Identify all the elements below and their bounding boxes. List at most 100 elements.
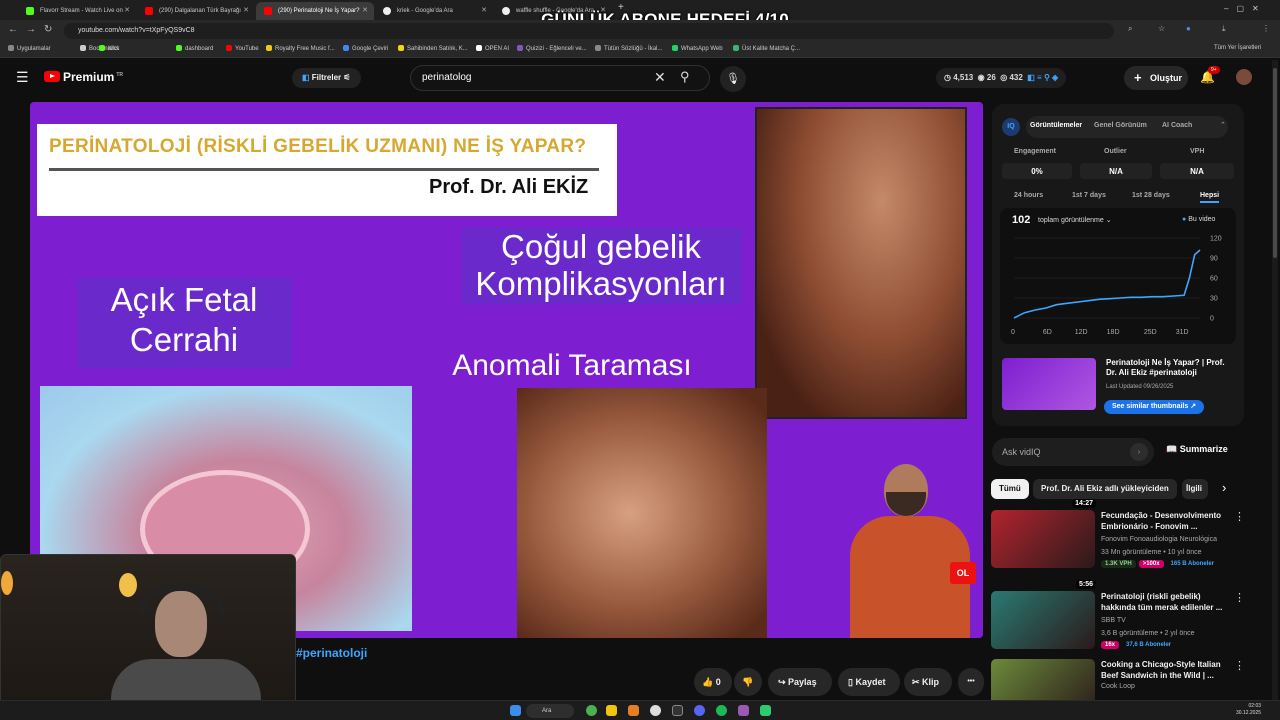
- range-7d[interactable]: 1st 7 days: [1072, 192, 1106, 199]
- chip-uploader[interactable]: Prof. Dr. Ali Ekiz adlı yükleyiciden: [1033, 479, 1177, 499]
- see-similar-thumbnails-button[interactable]: See similar thumbnails ↗: [1104, 400, 1205, 414]
- channel-name[interactable]: Cook Loop: [1101, 683, 1135, 690]
- more-options-icon[interactable]: ⋮: [1234, 659, 1245, 672]
- video-title[interactable]: Perinatoloji (riskli gebelik) hakkında t…: [1101, 591, 1227, 613]
- app-icon[interactable]: [628, 705, 639, 716]
- lamp-glow: [1, 571, 13, 595]
- clip-button[interactable]: ✂ Klip: [904, 668, 952, 696]
- chevron-right-icon[interactable]: ›: [1222, 480, 1226, 495]
- windows-start-icon[interactable]: [510, 705, 521, 716]
- video-title[interactable]: Cooking a Chicago-Style Italian Beef San…: [1101, 659, 1227, 681]
- menu-dots-icon[interactable]: ⋮: [1262, 24, 1270, 33]
- video-thumbnail[interactable]: [991, 510, 1095, 568]
- vidiq-tab-views[interactable]: Görüntülemeler: [1030, 122, 1082, 129]
- avatar[interactable]: [1236, 69, 1252, 85]
- star-icon[interactable]: ☆: [1158, 24, 1165, 33]
- clear-search-icon[interactable]: ✕: [654, 69, 666, 86]
- more-options-icon[interactable]: ⋮: [1234, 591, 1245, 604]
- video-meta: 3,6 B görüntüleme • 2 yıl önce: [1101, 630, 1195, 637]
- obs-icon[interactable]: [650, 705, 661, 716]
- y-tick-label: 120: [1210, 236, 1222, 243]
- bookmark-item[interactable]: Üst Kalite Matcha Ç...: [733, 45, 800, 52]
- current-video-thumbnail[interactable]: [1002, 358, 1096, 410]
- metric-label: VPH: [1190, 148, 1205, 155]
- save-button[interactable]: ▯ Kaydet: [838, 668, 900, 696]
- stat-badge: 37,6 B Aboneler: [1126, 642, 1172, 648]
- all-bookmarks-folder[interactable]: Tüm Yer İşaretleri: [1214, 45, 1261, 51]
- bookmark-item[interactable]: dashboard: [176, 45, 213, 52]
- youtube-premium-logo[interactable]: Premium TR: [44, 70, 123, 84]
- vidiq-tab-ai-coach[interactable]: AI Coach: [1162, 122, 1192, 129]
- taskbar-search[interactable]: Ara: [526, 704, 574, 718]
- more-options-icon[interactable]: ⋮: [1234, 510, 1245, 523]
- scrollbar-thumb[interactable]: [1273, 68, 1277, 258]
- spotify-icon[interactable]: [716, 705, 727, 716]
- chrome-icon[interactable]: [586, 705, 597, 716]
- bookmark-item[interactable]: WhatsApp Web: [672, 45, 723, 52]
- bookmark-item[interactable]: OPEN AI: [476, 45, 509, 52]
- bookmark-item[interactable]: Royalty Free Music f...: [266, 45, 335, 52]
- x-tick-label: 12D: [1075, 329, 1088, 336]
- filters-button[interactable]: ◧ Filtreler ⚟: [292, 68, 361, 88]
- bookmark-item[interactable]: Quizizi - Eğlenceli ve...: [517, 45, 587, 52]
- dislike-button[interactable]: 👎: [734, 668, 762, 696]
- chevron-up-icon[interactable]: ⌃: [1220, 121, 1226, 129]
- taskbar-clock[interactable]: 02:03 30.12.2025: [1236, 703, 1261, 717]
- channel-name[interactable]: SBB TV: [1101, 617, 1126, 624]
- vidiq-logo-icon: IQ: [1002, 118, 1020, 136]
- file-explorer-icon[interactable]: [606, 705, 617, 716]
- search-icon[interactable]: ⚲: [680, 69, 690, 85]
- channel-stats-pill[interactable]: ◷ 4,513 ◉ 26 ◎ 432 ◧ ≡ ⚲ ◈: [936, 68, 1067, 88]
- create-button[interactable]: + Oluştur: [1124, 66, 1188, 90]
- vidiq-badges: 1.3K VPH >100x 165 B Aboneler: [1101, 560, 1221, 568]
- reload-icon[interactable]: ↻: [44, 24, 52, 35]
- address-bar: ← → ↻ youtube.com/watch?v=tXpFyQS9vC8 ⌕ …: [0, 20, 1280, 42]
- extension-icon[interactable]: ●: [1186, 24, 1191, 33]
- hamburger-menu-icon[interactable]: ☰: [16, 69, 29, 86]
- doctor-photo: [848, 458, 972, 638]
- bookmark-icon: [476, 45, 482, 51]
- bookmark-item[interactable]: Kick: [99, 45, 119, 52]
- summarize-button[interactable]: 📖 Summarize: [1166, 444, 1228, 455]
- app-icon[interactable]: [760, 705, 771, 716]
- range-24h[interactable]: 24 hours: [1014, 192, 1043, 199]
- like-button[interactable]: 👍 0: [694, 668, 732, 696]
- app-icon[interactable]: [738, 705, 749, 716]
- last-updated: Last Updated 09/26/2025: [1106, 384, 1174, 390]
- video-hashtag-link[interactable]: #perinatoloji: [296, 646, 367, 660]
- bookmark-item[interactable]: YouTube: [226, 45, 259, 52]
- share-button[interactable]: ↪ Paylaş: [768, 668, 832, 696]
- outlier-value: N/A: [1109, 167, 1123, 176]
- chip-all[interactable]: Tümü: [991, 479, 1029, 499]
- bookmark-item[interactable]: Tütün Sözlüğü - İkal...: [595, 45, 662, 52]
- bookmark-icon: [672, 45, 678, 51]
- range-28d[interactable]: 1st 28 days: [1132, 192, 1170, 199]
- url-field[interactable]: youtube.com/watch?v=tXpFyQS9vC8: [64, 23, 1114, 39]
- video-thumbnail[interactable]: [991, 591, 1095, 649]
- bookmark-icon: [517, 45, 523, 51]
- share-icon: ↪: [778, 677, 789, 687]
- zoom-icon[interactable]: ⌕: [1128, 24, 1132, 34]
- download-icon[interactable]: ⤓: [1222, 24, 1226, 34]
- vidiq-tab-overview[interactable]: Genel Görünüm: [1094, 122, 1147, 129]
- channel-name[interactable]: Fonovim Fonoaudiologia Neurológica: [1101, 536, 1217, 543]
- bookmark-item[interactable]: Uygulamalar: [8, 45, 51, 52]
- ultrasound-image-face: [517, 388, 767, 638]
- bookmark-item[interactable]: Sahibinden Satılık, K...: [398, 45, 468, 52]
- discord-icon[interactable]: [694, 705, 705, 716]
- terminal-icon[interactable]: [672, 705, 683, 716]
- video-title[interactable]: Fecundação - Desenvolvimento Embrionário…: [1101, 510, 1227, 532]
- more-actions-button[interactable]: •••: [958, 668, 984, 696]
- chip-related[interactable]: İlgili: [1182, 479, 1208, 499]
- engagement-value: 0%: [1031, 167, 1043, 176]
- send-arrow-icon[interactable]: ›: [1130, 443, 1148, 461]
- back-icon[interactable]: ←: [8, 24, 18, 35]
- youtube-header: ☰ Premium TR ◧ Filtreler ⚟ perinatolog ✕ …: [0, 58, 1280, 100]
- range-all[interactable]: Hepsi: [1200, 192, 1220, 203]
- forward-icon[interactable]: →: [26, 24, 36, 35]
- title-divider: [49, 168, 599, 171]
- microphone-icon[interactable]: 🎙: [720, 66, 746, 92]
- page-scrollbar[interactable]: [1272, 60, 1278, 700]
- bookmark-item[interactable]: Google Çeviri: [343, 45, 388, 52]
- label-multiple-pregnancy: Çoğul gebelik Komplikasyonları: [475, 228, 727, 302]
